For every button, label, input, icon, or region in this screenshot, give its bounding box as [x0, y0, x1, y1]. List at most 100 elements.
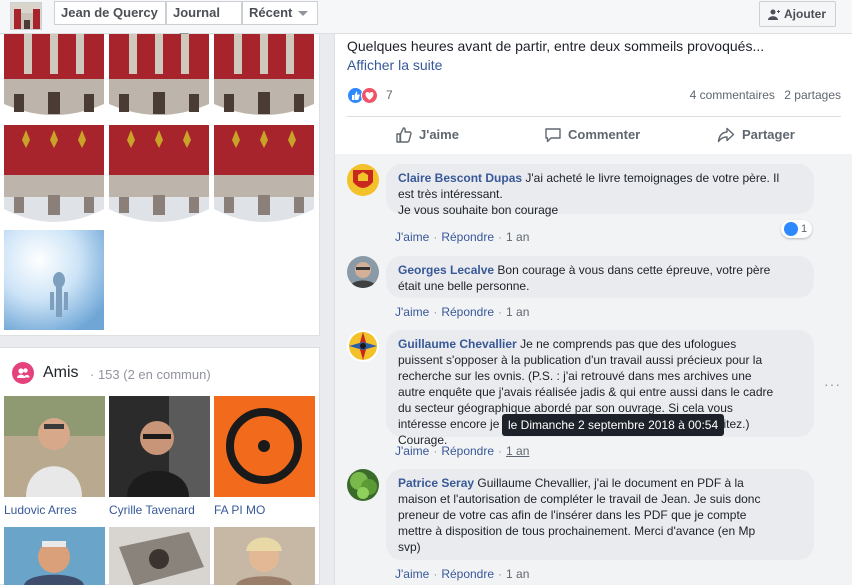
avatar[interactable] — [347, 330, 379, 362]
friend-photo-fapimo[interactable] — [214, 396, 315, 497]
profile-avatar[interactable] — [10, 2, 42, 30]
like-button[interactable]: J'aime — [395, 126, 475, 146]
share-icon — [717, 127, 735, 143]
friend-photo[interactable] — [214, 527, 315, 585]
separator-dot: · — [433, 567, 438, 581]
separator-dot: · — [498, 567, 503, 581]
journal-tab[interactable]: Journal — [166, 1, 242, 39]
add-friend-button[interactable]: Ajouter — [759, 1, 836, 27]
profile-name-button[interactable]: Jean de Quercy — [54, 1, 166, 25]
comments-section: Claire Bescont Dupas J'ai acheté le livr… — [335, 154, 852, 585]
comment-reaction-count: 1 — [801, 223, 808, 235]
recent-dropdown[interactable]: Récent — [242, 1, 318, 25]
friends-icon — [12, 362, 34, 384]
comment-like-link[interactable]: J'aime — [395, 567, 429, 581]
comment-text: Je ne comprends pas que des ufologues — [520, 337, 737, 351]
comment-text: Bon courage à vous dans cette épreuve, v… — [497, 263, 771, 277]
add-friend-label: Ajouter — [784, 7, 826, 21]
separator-dot: · — [498, 444, 503, 458]
comment-reply-link[interactable]: Répondre — [441, 230, 494, 244]
comment-author[interactable]: Patrice Seray — [398, 476, 474, 490]
separator-dot: · — [433, 444, 438, 458]
comment-reply-link[interactable]: Répondre — [441, 567, 494, 581]
comment-text: puissent s'opposer à la publication d'un… — [398, 353, 763, 367]
comment-time[interactable]: 1 an — [506, 567, 529, 581]
friends-card: Amis · 153 (2 en commun) Ludovic Arres C… — [0, 347, 320, 585]
post-stats: 4 commentaires 2 partages — [690, 88, 841, 102]
comment-time[interactable]: 1 an — [506, 444, 529, 458]
separator-dot: · — [498, 230, 503, 244]
comment-text: maison et l'autorisation de compléter le… — [398, 492, 761, 506]
share-label: Partager — [742, 127, 795, 142]
photo-thumbnail[interactable] — [4, 230, 104, 330]
like-reaction-icon — [784, 222, 798, 236]
photo-thumbnail[interactable] — [109, 125, 209, 225]
see-more-link[interactable]: Afficher la suite — [347, 57, 442, 73]
avatar[interactable] — [347, 469, 379, 501]
photo-thumbnail[interactable] — [4, 125, 104, 225]
separator-dot: · — [433, 230, 438, 244]
comment-text: recherche sur les ovnis. (P.S. : j'ai re… — [398, 369, 752, 383]
photo-thumbnail[interactable] — [214, 125, 314, 225]
photo-thumbnail[interactable] — [109, 34, 209, 120]
friend-photo[interactable] — [109, 527, 210, 585]
share-button[interactable]: Partager — [717, 126, 807, 146]
avatar[interactable] — [347, 256, 379, 288]
comment-text: preneur de votre cas afin de l'insérer d… — [398, 508, 747, 522]
comment-text: du secteur géographique abordé par son o… — [398, 401, 733, 415]
comment-options-icon[interactable]: ··· — [824, 376, 841, 392]
comment-bubble: Georges Lecalve Bon courage à vous dans … — [386, 256, 814, 298]
add-friend-icon — [768, 9, 780, 20]
comment-text: J'ai acheté le livre temoignages de votr… — [525, 171, 780, 185]
comment-time[interactable]: 1 an — [506, 230, 529, 244]
post-text: Quelques heures avant de partir, entre d… — [347, 38, 765, 54]
friends-count: · 153 (2 en commun) — [90, 367, 211, 382]
separator-dot: · — [498, 305, 503, 319]
thumbs-up-icon — [396, 127, 412, 143]
comment-bubble: Patrice Seray Guillaume Chevallier, j'ai… — [386, 469, 814, 560]
friend-name-fapimo[interactable]: FA PI MO — [214, 503, 265, 517]
comment-like-link[interactable]: J'aime — [395, 230, 429, 244]
comment-reaction-badge[interactable]: 1 — [781, 220, 813, 238]
comment-like-link[interactable]: J'aime — [395, 444, 429, 458]
comment-actions: J'aime · Répondre · 1 an — [395, 305, 529, 319]
comments-count-link[interactable]: 4 commentaires — [690, 88, 775, 102]
comment-actions: J'aime · Répondre · 1 an — [395, 444, 529, 458]
profile-top-bar: Jean de Quercy Journal Récent Ajouter — [0, 0, 852, 39]
love-reaction-icon[interactable] — [361, 87, 378, 104]
friends-title[interactable]: Amis — [43, 364, 79, 382]
comment-actions: J'aime · Répondre · 1 an — [395, 230, 529, 244]
friend-photo[interactable] — [4, 527, 105, 585]
comment-author[interactable]: Claire Bescont Dupas — [398, 171, 522, 185]
comment-author[interactable]: Guillaume Chevallier — [398, 337, 517, 351]
profile-name: Jean de Quercy — [61, 5, 158, 20]
reactions-count[interactable]: 7 — [386, 88, 393, 102]
journal-label: Journal — [173, 5, 220, 20]
photo-thumbnail[interactable] — [214, 34, 314, 120]
comment-reply-link[interactable]: Répondre — [441, 444, 494, 458]
avatar[interactable] — [347, 164, 379, 196]
divider — [347, 116, 841, 117]
comment-button[interactable]: Commenter — [544, 126, 654, 146]
friend-name-ludovic[interactable]: Ludovic Arres — [4, 503, 77, 517]
comment-text: Guillaume Chevallier, j'ai le document e… — [477, 476, 744, 490]
photo-thumbnail[interactable] — [4, 34, 104, 120]
shares-count-link[interactable]: 2 partages — [784, 88, 841, 102]
comment-text: svp) — [398, 540, 421, 554]
comment-text: mettre à disposition de tous prochaineme… — [398, 524, 756, 538]
post-card: Quelques heures avant de partir, entre d… — [334, 34, 852, 585]
comment-text: est très intéressant. — [398, 187, 503, 201]
timestamp-tooltip: le Dimanche 2 septembre 2018 à 00:54 — [502, 414, 725, 436]
comment-text: autre enquête que j'avais réalisée jadis… — [398, 385, 774, 399]
comment-text: était une belle personne. — [398, 279, 530, 293]
comment-label: Commenter — [568, 127, 641, 142]
comment-time[interactable]: 1 an — [506, 305, 529, 319]
comment-reply-link[interactable]: Répondre — [441, 305, 494, 319]
friend-photo-cyrille[interactable] — [109, 396, 210, 497]
separator-dot: · — [433, 305, 438, 319]
comment-author[interactable]: Georges Lecalve — [398, 263, 494, 277]
like-label: J'aime — [419, 127, 459, 142]
friend-photo-ludovic[interactable] — [4, 396, 105, 497]
comment-like-link[interactable]: J'aime — [395, 305, 429, 319]
friend-name-cyrille[interactable]: Cyrille Tavenard — [109, 503, 195, 517]
